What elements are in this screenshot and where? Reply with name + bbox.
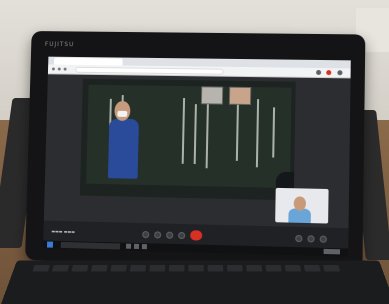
back-icon[interactable]: [52, 67, 55, 70]
taskbar-search[interactable]: [61, 242, 120, 250]
taskbar-app-icon[interactable]: [126, 244, 131, 249]
extension-icon[interactable]: [316, 70, 321, 75]
captions-icon[interactable]: [166, 232, 173, 239]
brand-logo: FUJITSU: [45, 41, 75, 48]
menu-icon[interactable]: [337, 70, 342, 75]
participant-thumbnail[interactable]: [229, 87, 251, 105]
self-view-tile[interactable]: [275, 188, 328, 224]
chat-icon[interactable]: [320, 236, 327, 243]
windows-logo-icon[interactable]: [47, 242, 53, 248]
taskbar-app-icon[interactable]: [142, 244, 147, 249]
video-call-area: ▬▬▬ ▬▬▬: [43, 74, 351, 256]
info-icon[interactable]: [295, 235, 302, 242]
photo-scene: FUJITSU ▬▬▬ ▬▬▬: [0, 0, 389, 304]
camera-icon[interactable]: [154, 231, 161, 238]
tablet-screen: ▬▬▬ ▬▬▬: [43, 57, 351, 257]
face-mask: [117, 111, 127, 117]
main-video-feed: [80, 79, 296, 201]
reload-icon[interactable]: [64, 68, 67, 71]
taskbar-app-icon[interactable]: [134, 244, 139, 249]
present-icon[interactable]: [178, 232, 185, 239]
keyboard: [0, 260, 389, 304]
hangup-icon[interactable]: [190, 230, 202, 240]
teacher-body: [108, 119, 139, 179]
tablet-bezel: FUJITSU ▬▬▬ ▬▬▬: [25, 31, 365, 269]
forward-icon[interactable]: [58, 68, 61, 71]
taskbar-clock[interactable]: [324, 249, 340, 255]
participant-thumbnail[interactable]: [201, 86, 223, 104]
microphone-icon[interactable]: [142, 231, 149, 238]
meeting-name: ▬▬▬ ▬▬▬: [51, 229, 75, 235]
people-icon[interactable]: [307, 235, 314, 242]
recording-icon[interactable]: [326, 70, 331, 75]
